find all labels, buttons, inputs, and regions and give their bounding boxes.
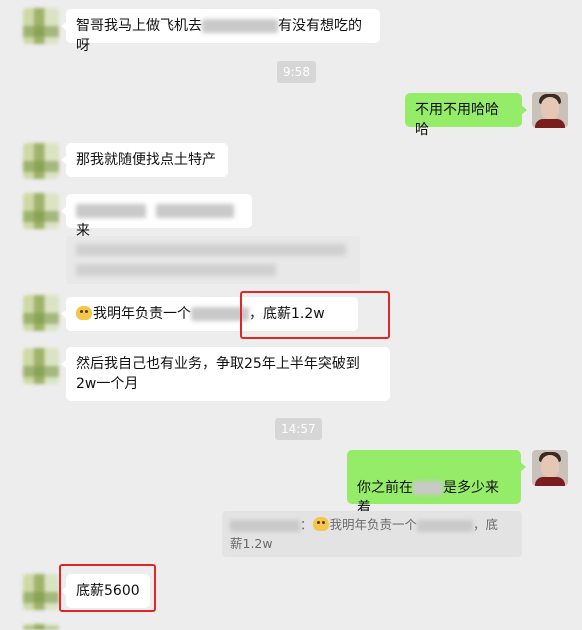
contact-avatar[interactable]: [23, 348, 59, 384]
incoming-message-2[interactable]: 那我就随便找点土特产: [61, 143, 228, 177]
cat-emoji-icon: [76, 306, 92, 320]
my-avatar[interactable]: [532, 92, 568, 128]
redacted-text: [156, 204, 235, 218]
contact-avatar[interactable]: [23, 143, 59, 179]
redacted-text: [417, 519, 474, 532]
contact-avatar[interactable]: [23, 574, 59, 610]
quote-text: 薪1.2w: [230, 536, 273, 551]
message-text: 你之前在: [357, 480, 413, 496]
incoming-message-5[interactable]: 然后我自己也有业务，争取25年上半年突破到2w一个月: [61, 347, 390, 401]
redacted-text: [202, 19, 278, 33]
highlight-box: [240, 291, 390, 339]
incoming-message-1[interactable]: 智哥我马上做飞机去 有没有想吃的呀: [61, 9, 380, 54]
quote-text: 我明年负责一个: [329, 517, 418, 532]
outgoing-message-1[interactable]: 不用不用哈哈哈: [405, 93, 527, 138]
message-text: 智哥我马上做飞机去: [76, 18, 202, 34]
outgoing-message-2[interactable]: 你之前在 是多少来着: [347, 450, 526, 516]
quote-text: ，底: [473, 517, 499, 532]
blurred-card[interactable]: [66, 236, 360, 284]
highlight-box: [59, 564, 156, 612]
redacted-text: [413, 481, 443, 495]
contact-avatar[interactable]: [23, 624, 59, 630]
contact-avatar[interactable]: [23, 295, 59, 331]
timestamp: 14:57: [275, 418, 322, 440]
contact-avatar[interactable]: [23, 193, 59, 229]
my-avatar[interactable]: [532, 450, 568, 486]
redacted-text: [76, 204, 146, 218]
message-text: 我明年负责一个: [93, 306, 191, 322]
timestamp: 9:58: [277, 61, 316, 83]
incoming-message-3[interactable]: 来: [61, 194, 252, 239]
quoted-message[interactable]: ： 我明年负责一个 ，底 薪1.2w: [222, 511, 522, 557]
contact-avatar[interactable]: [23, 8, 59, 44]
quote-text: ：: [300, 517, 313, 532]
redacted-text: [230, 519, 300, 532]
cat-emoji-icon: [312, 517, 329, 531]
